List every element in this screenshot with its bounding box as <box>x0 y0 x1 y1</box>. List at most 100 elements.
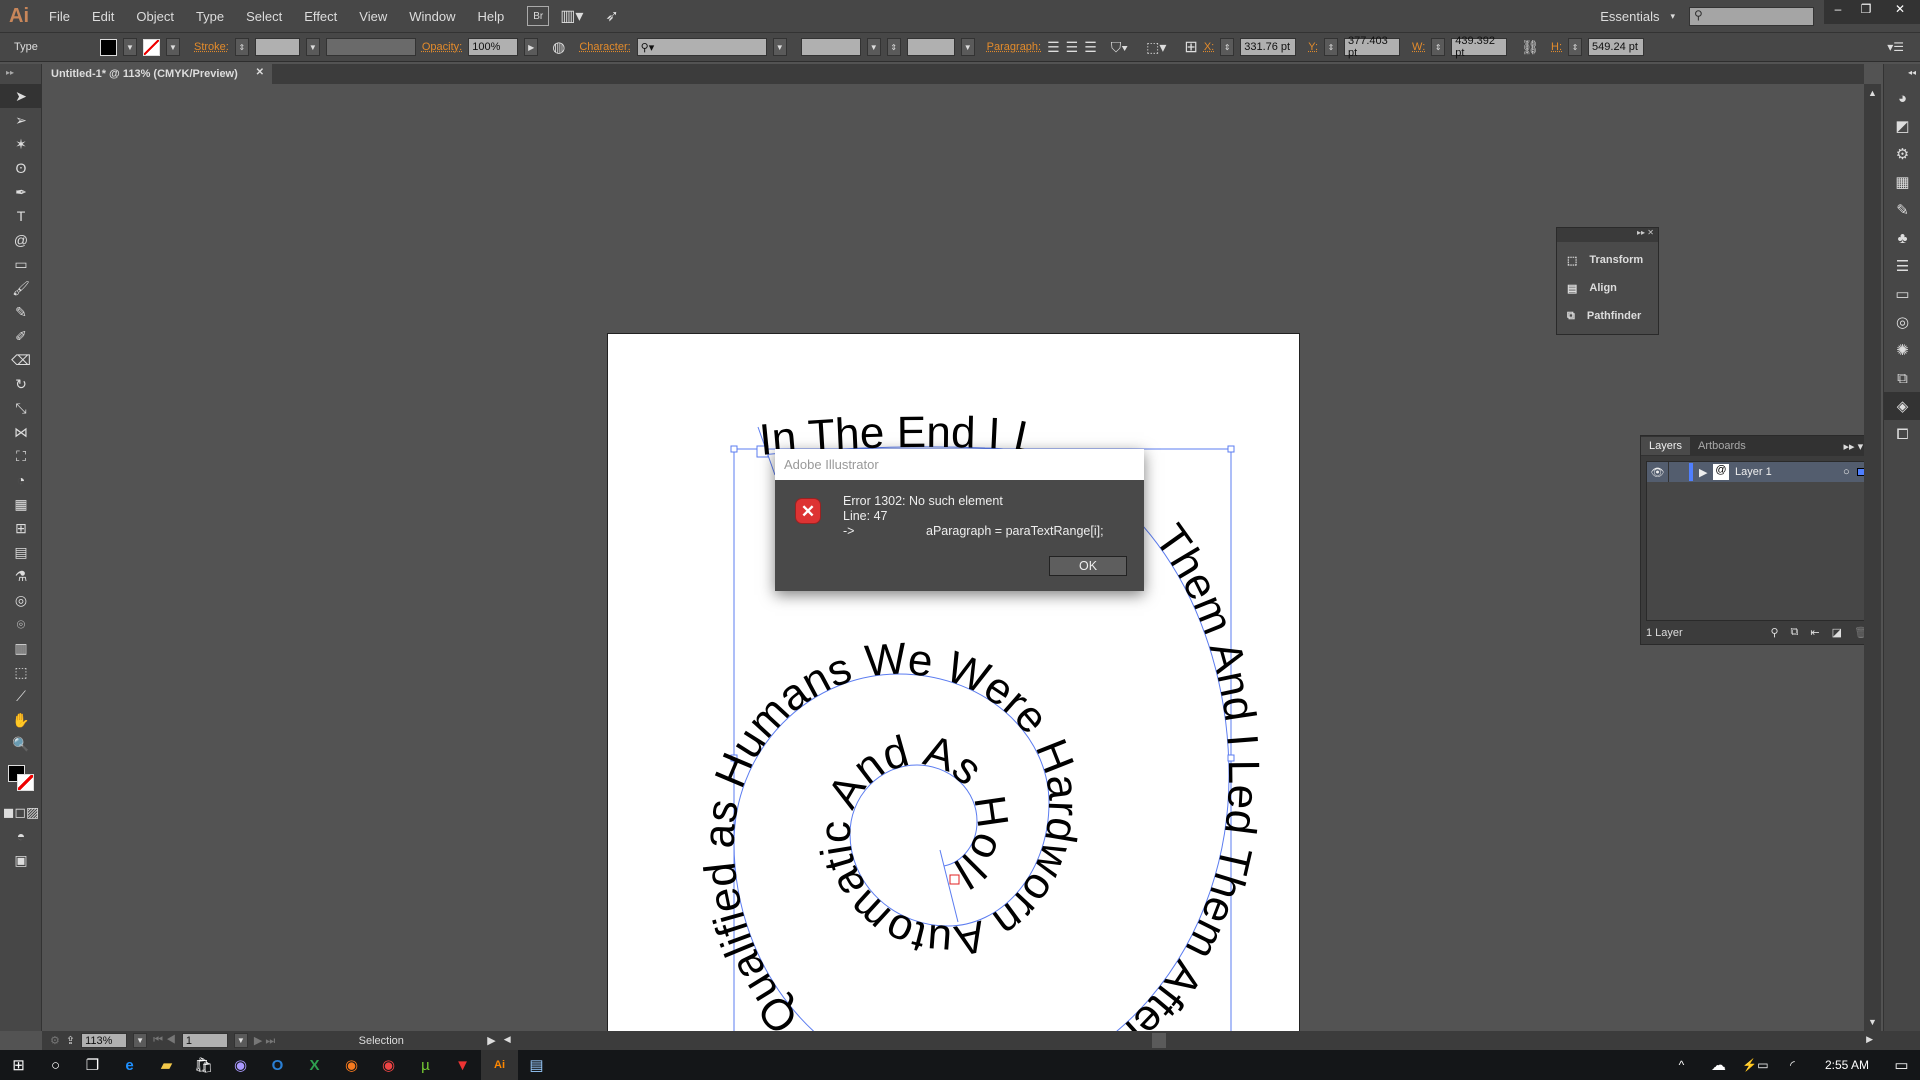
font-size-dropdown[interactable]: ▼ <box>960 38 975 56</box>
artboard-tool-icon[interactable]: ⬚ <box>0 660 42 684</box>
fill-swatch[interactable] <box>100 38 117 56</box>
graphic-styles-icon[interactable]: ⧉ <box>1884 364 1920 392</box>
selection-indicator[interactable] <box>1857 468 1864 476</box>
new-layer-icon[interactable]: ◪ <box>1832 626 1842 639</box>
collapse-icon[interactable]: ▸▸ <box>0 64 41 84</box>
w-field[interactable]: 439.392 pt <box>1451 35 1508 59</box>
utorrent-icon[interactable]: µ <box>407 1050 444 1080</box>
scroll-thumb[interactable] <box>1151 1033 1166 1048</box>
gradient-tool-icon[interactable]: ▤ <box>0 540 42 564</box>
expand-arrow-icon[interactable]: ▶ <box>1699 466 1713 479</box>
mesh-tool-icon[interactable]: ⊞ <box>0 516 42 540</box>
onedrive-icon[interactable]: ☁ <box>1700 1050 1737 1080</box>
stroke-weight-dropdown[interactable]: ▼ <box>305 38 320 56</box>
scale-tool-icon[interactable]: ⤡ <box>0 396 42 420</box>
delete-layer-icon[interactable]: 🗑 <box>1854 626 1864 639</box>
constrain-proportions-icon[interactable]: ⛓ <box>1521 39 1539 56</box>
x-stepper[interactable]: ⇕ <box>1220 38 1235 56</box>
recolor-icon[interactable]: ◍ <box>552 38 565 56</box>
outlook-icon[interactable]: O <box>259 1050 296 1080</box>
stroke-dropdown[interactable]: ▼ <box>166 38 180 56</box>
clock[interactable]: 2:55 AM <box>1811 1058 1883 1072</box>
panel-item-transform[interactable]: ⬚ Transform <box>1557 246 1658 274</box>
panel-menu-icon[interactable]: ▾☰ <box>1887 40 1904 54</box>
reference-point-icon[interactable]: ⊞ <box>1184 37 1197 57</box>
variable-width-dropdown[interactable] <box>325 38 416 56</box>
document-tab[interactable]: Untitled-1* @ 113% (CMYK/Preview) ✕ <box>42 64 272 84</box>
canvas[interactable]: In The End I L Them And I Led Them After… <box>42 84 1864 1031</box>
color-panel-icon[interactable]: ◕ <box>1884 84 1920 112</box>
spiral-text[interactable]: Them And I Led Them After All <box>1066 516 1268 1031</box>
target-icon[interactable]: ○ <box>1843 466 1857 478</box>
eraser-tool-icon[interactable]: ⌫ <box>0 348 42 372</box>
symbols-icon[interactable]: ♣ <box>1884 224 1920 252</box>
lasso-tool-icon[interactable]: ʘ <box>0 156 42 180</box>
notifications-icon[interactable]: ▭ <box>1883 1050 1920 1080</box>
app-icon[interactable]: ◉ <box>222 1050 259 1080</box>
panel-item-align[interactable]: ▤ Align <box>1557 274 1658 302</box>
magic-wand-tool-icon[interactable]: ✶ <box>0 132 42 156</box>
popcorn-icon[interactable]: ▼ <box>444 1050 481 1080</box>
paragraph-label[interactable]: Paragraph: <box>987 41 1041 53</box>
illustrator-taskbar-icon[interactable]: Ai <box>481 1050 518 1080</box>
envelope-warp-icon[interactable]: ⛉▾ <box>1111 39 1128 56</box>
share-icon[interactable]: ⇪ <box>66 1034 75 1047</box>
menu-type[interactable]: Type <box>185 9 235 24</box>
file-explorer-icon[interactable]: ▰ <box>148 1050 185 1080</box>
menu-view[interactable]: View <box>348 9 398 24</box>
artboard-field[interactable]: 1 <box>181 1033 228 1048</box>
pencil-tool-icon[interactable]: ✎ <box>0 300 42 324</box>
font-size-stepper[interactable]: ⇕ <box>886 38 901 56</box>
w-stepper[interactable]: ⇕ <box>1431 38 1446 56</box>
task-view-icon[interactable]: ❐ <box>74 1050 111 1080</box>
stroke-stepper[interactable]: ⇕ <box>234 38 249 56</box>
menu-effect[interactable]: Effect <box>293 9 348 24</box>
font-style-field[interactable] <box>800 38 861 56</box>
stroke-weight-field[interactable] <box>254 38 300 56</box>
zoom-tool-icon[interactable]: 🔍 <box>0 732 42 756</box>
color-guide-icon[interactable]: ◩ <box>1884 112 1920 140</box>
next-artboard-icon[interactable]: ▶ ⏭ <box>254 1034 275 1048</box>
eyedropper-tool-icon[interactable]: ⚗ <box>0 564 42 588</box>
wifi-icon[interactable]: ◜ <box>1774 1050 1811 1080</box>
screen-mode-icon[interactable]: ▣ <box>0 848 42 872</box>
opacity-label[interactable]: Opacity: <box>422 41 462 53</box>
menu-window[interactable]: Window <box>398 9 466 24</box>
horizontal-scrollbar[interactable]: ◀ ▶ <box>501 1031 1875 1050</box>
opacity-field[interactable]: 100% <box>468 38 519 56</box>
width-tool-icon[interactable]: ⋈ <box>0 420 42 444</box>
arrange-documents-icon[interactable]: ▥▾ <box>549 6 594 26</box>
tray-chevron-icon[interactable]: ^ <box>1663 1050 1700 1080</box>
panel-header[interactable]: ▸▸ ✕ <box>1557 228 1658 242</box>
layer-name[interactable]: Layer 1 <box>1735 466 1843 478</box>
character-label[interactable]: Character: <box>579 41 630 53</box>
lock-toggle[interactable] <box>1668 462 1689 482</box>
rotate-tool-icon[interactable]: ↻ <box>0 372 42 396</box>
current-tool[interactable]: Selection <box>281 1035 481 1047</box>
blob-brush-tool-icon[interactable]: ✐ <box>0 324 42 348</box>
stroke-swatch[interactable] <box>143 38 160 56</box>
layers-panel-icon[interactable]: ◈ <box>1884 392 1920 420</box>
type-tool-icon[interactable]: T <box>0 204 42 228</box>
slice-tool-icon[interactable]: ⟋ <box>0 684 42 708</box>
transform-options-icon[interactable]: ⬚▾ <box>1146 39 1166 56</box>
brushes-icon[interactable]: ✎ <box>1884 196 1920 224</box>
menu-select[interactable]: Select <box>235 9 293 24</box>
status-menu-arrow[interactable]: ▶ <box>487 1034 495 1047</box>
panel-menu-icon[interactable]: ▸▸ ▾☰ <box>1844 440 1864 453</box>
gradient-panel-icon[interactable]: ▭ <box>1884 280 1920 308</box>
spiral-tool-icon[interactable]: @ <box>0 228 42 252</box>
tab-layers[interactable]: Layers <box>1641 437 1691 455</box>
font-style-dropdown[interactable]: ▼ <box>866 38 881 56</box>
appearance-icon[interactable]: ✺ <box>1884 336 1920 364</box>
edge-icon[interactable]: e <box>111 1050 148 1080</box>
align-right-icon[interactable]: ☰ <box>1084 39 1097 56</box>
shape-builder-tool-icon[interactable]: ◔ <box>0 468 42 492</box>
stroke-label[interactable]: Stroke: <box>194 41 229 53</box>
zoom-field[interactable]: 113% <box>81 1033 128 1048</box>
perspective-grid-tool-icon[interactable]: ▦ <box>0 492 42 516</box>
y-stepper[interactable]: ⇕ <box>1324 38 1339 56</box>
stroke-panel-icon[interactable]: ☰ <box>1884 252 1920 280</box>
y-field[interactable]: 377.403 pt <box>1344 35 1401 59</box>
blend-tool-icon[interactable]: ◎ <box>0 588 42 612</box>
